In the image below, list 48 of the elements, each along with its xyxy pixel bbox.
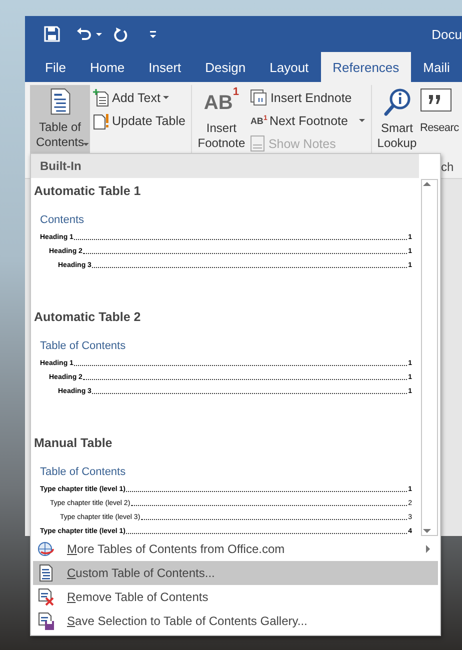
add-text-icon [93,88,109,106]
research-button[interactable]: Researc [418,85,459,155]
caret-icon[interactable] [96,32,102,36]
gallery-item-title: Automatic Table 1 [34,184,142,198]
menu-item[interactable]: More Tables of Contents from Office.com [33,537,438,561]
next-footnote-icon: AB$^{1}$ [250,115,266,126]
save-icon[interactable] [44,26,60,42]
menu-item[interactable]: Custom Table of Contents... [33,561,438,585]
menu-item[interactable]: Save Selection to Table of Contents Gallery... [33,609,438,633]
preview-heading: Table of Contents [40,340,127,352]
ribbon-tab[interactable]: Insert [136,52,194,82]
ribbon-tab[interactable]: File [33,52,78,82]
ribbon-tab[interactable]: Maili [411,52,462,82]
globe-icon [37,540,55,558]
customize-icon[interactable] [150,30,156,38]
section-header: Built-In [31,154,419,178]
document-icon [37,564,55,582]
document-icon [50,88,70,116]
table-of-contents-button[interactable]: Table of Contents [30,85,90,155]
redo-icon[interactable] [114,26,128,42]
delete-document-icon [37,588,55,606]
save-document-icon [37,612,55,630]
caret-icon [83,143,89,146]
insert-footnote-button[interactable]: AB$^{1}$ Insert Footnote [195,85,248,155]
update-document-icon [93,112,109,130]
notes-icon [250,135,266,152]
preview-heading: Table of Contents [40,466,127,478]
smart-lookup-button[interactable]: Smart Lookup [374,85,419,155]
scroll-down-icon [422,527,432,535]
menu-item[interactable]: Remove Table of Contents [33,585,438,609]
magnifier-icon [382,88,411,116]
endnote-icon [250,89,268,106]
window-title: Docu [432,26,462,42]
ribbon-button[interactable]: Insert Endnote [247,86,368,109]
scrollbar[interactable] [421,179,438,536]
undo-icon[interactable] [76,27,92,41]
ribbon-tab[interactable]: References [320,52,412,82]
gallery-item-title: Automatic Table 2 [34,310,142,324]
ribbon-button[interactable]: Update Table [90,109,188,132]
ribbon-button[interactable]: Add Text [90,86,188,109]
quote-icon [420,88,452,112]
gallery-item-title: Manual Table [34,436,114,450]
ribbon-tab[interactable]: Home [78,52,137,82]
group-label: ch [441,160,454,174]
preview-heading: Contents [40,214,86,226]
ribbon-button[interactable]: AB$^{1}$ Next Footnote [247,109,368,132]
ribbon-tab[interactable]: Design [193,52,258,82]
ribbon-tab[interactable]: Layout [258,52,321,82]
